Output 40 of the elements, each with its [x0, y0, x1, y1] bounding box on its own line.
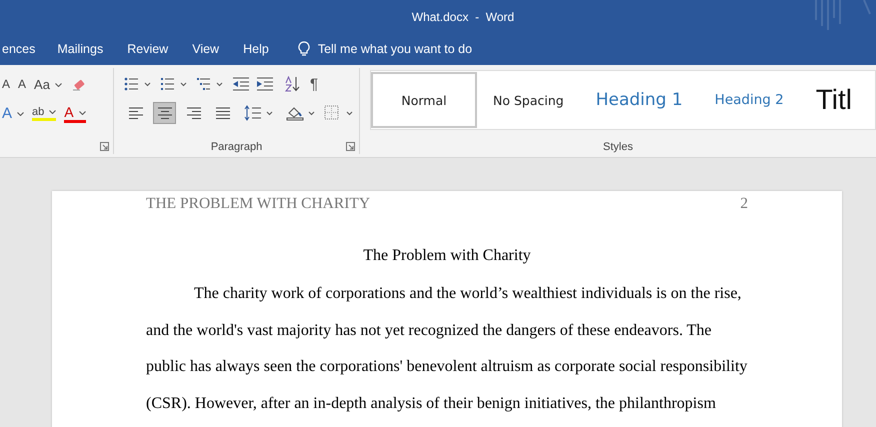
- style-option[interactable]: Normal: [371, 72, 477, 128]
- ribbon-tab[interactable]: ences: [2, 37, 36, 61]
- running-header: THE PROBLEM WITH CHARITY: [146, 195, 370, 213]
- font-color-button[interactable]: A: [64, 104, 86, 122]
- ribbon-tab[interactable]: View: [192, 37, 220, 61]
- lightbulb-icon[interactable]: [298, 41, 310, 57]
- caret-icon[interactable]: [49, 110, 56, 114]
- decrease-indent-icon[interactable]: [232, 76, 250, 92]
- group-label: Paragraph: [210, 141, 264, 153]
- document-title: The Problem with Charity: [363, 247, 531, 264]
- increase-indent-icon[interactable]: [256, 76, 274, 92]
- align-center-button[interactable]: [153, 102, 176, 124]
- style-option[interactable]: No Spacing: [477, 72, 580, 128]
- style-option[interactable]: Heading 1: [580, 72, 699, 128]
- sort-icon[interactable]: [284, 76, 300, 92]
- highlight-button[interactable]: ab: [32, 106, 56, 120]
- group-label: Styles: [602, 141, 634, 153]
- ribbon-tab[interactable]: Review: [127, 37, 168, 61]
- style-option[interactable]: Heading 2: [698, 72, 800, 128]
- change-case-button[interactable]: Aa: [34, 76, 62, 92]
- page-number: 2: [740, 195, 748, 213]
- align-lines-icon: [128, 107, 142, 119]
- window-title: What.docx - Word: [412, 10, 514, 24]
- align-lines-icon: [186, 107, 200, 119]
- grow-font-button[interactable]: A: [2, 77, 10, 91]
- tell-me-field[interactable]: Tell me what you want to do: [318, 42, 518, 56]
- caret-icon[interactable]: [54, 83, 62, 88]
- align-lines-icon: [158, 107, 172, 119]
- text-effects-button[interactable]: A: [2, 104, 24, 122]
- ribbon-tab[interactable]: Help: [243, 37, 269, 61]
- ribbon-tab[interactable]: Mailings: [57, 37, 104, 61]
- style-option[interactable]: Titl: [800, 72, 868, 128]
- shrink-font-button[interactable]: A: [18, 77, 26, 91]
- body-paragraph: The charity work of corporations and the world’s wealthiest individuals is on the rise, and the world's vast majority has not yet recognized the dangers of these endeavors. The public has always seen the corporations' benevolent altruism as corporate social responsibility (CSR). However, after an in-depth analysis of their benign initiatives, the philanthropism: [146, 284, 748, 414]
- show-formatting-button[interactable]: ¶: [310, 76, 318, 92]
- dialog-launcher-icon[interactable]: [100, 142, 109, 151]
- caret-icon[interactable]: [17, 112, 24, 116]
- dialog-launcher-icon[interactable]: [346, 142, 355, 151]
- caret-icon[interactable]: [78, 110, 86, 115]
- align-lines-icon: [216, 107, 230, 119]
